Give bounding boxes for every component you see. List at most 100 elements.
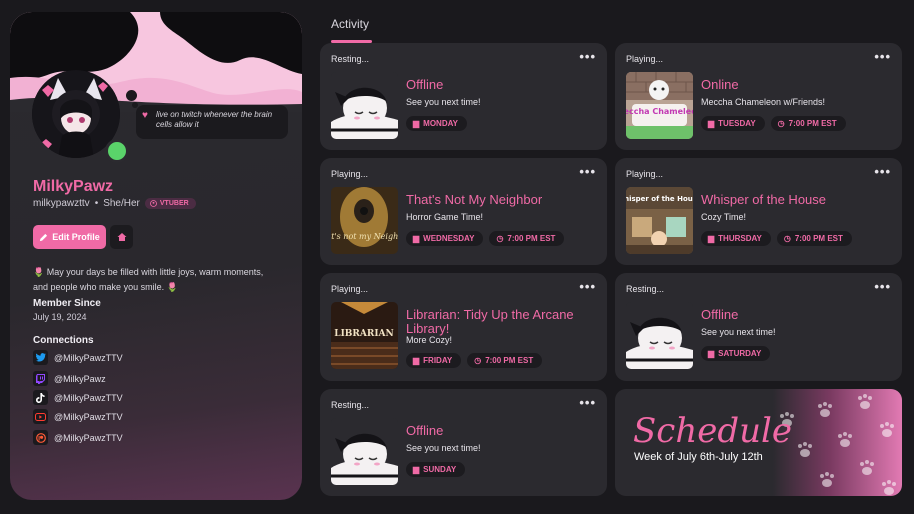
home-button[interactable]: [110, 225, 133, 249]
patreon-icon: [33, 430, 48, 445]
time-label: 7:00 PM EST: [507, 234, 556, 243]
card-title: Offline: [406, 77, 444, 92]
clock-icon: ◷: [783, 234, 791, 243]
activity-card-tuesday[interactable]: Playing... ••• Meccha Chameleon Online M…: [615, 43, 902, 150]
card-tags: ▆ THURSDAY ◷ 7:00 PM EST: [701, 231, 852, 246]
badge-label: VTUBER: [159, 200, 189, 207]
schedule-banner[interactable]: Schedule Week of July 6th-July 12th: [615, 389, 902, 496]
card-tags: ▆ SATURDAY: [701, 346, 771, 361]
offline-thumbnail: [331, 72, 398, 139]
calendar-icon: ▆: [413, 356, 420, 365]
offline-thumbnail: [626, 302, 693, 369]
more-options-icon[interactable]: •••: [579, 49, 596, 64]
calendar-icon: ▆: [708, 234, 715, 243]
connections-heading: Connections: [33, 335, 94, 346]
home-icon: [117, 233, 126, 241]
thought-dot: [126, 90, 137, 101]
card-tags: ▆ WEDNESDAY ◷ 7:00 PM EST: [406, 231, 565, 246]
day-label: SATURDAY: [718, 349, 762, 358]
status-text: live on twitch whenever the brain cells …: [156, 110, 273, 129]
thumb-text: LIBRARIAN: [334, 329, 394, 339]
card-title: Librarian: Tidy Up the Arcane Library!: [406, 307, 574, 336]
connection-patreon[interactable]: @MilkyPawzTTV: [33, 430, 123, 445]
profile-handle: milkypawzttv: [33, 198, 90, 209]
thats-not-my-neighbor-thumbnail: That's not my Neighbor: [331, 187, 398, 254]
twitter-icon: [33, 350, 48, 365]
activity-card-thursday[interactable]: Playing... ••• Whisper of the House Whis…: [615, 158, 902, 265]
more-options-icon[interactable]: •••: [874, 279, 891, 294]
more-options-icon[interactable]: •••: [874, 164, 891, 179]
member-since-heading: Member Since: [33, 298, 101, 309]
member-since-date: July 19, 2024: [33, 312, 87, 322]
calendar-icon: ▆: [413, 465, 420, 474]
more-options-icon[interactable]: •••: [579, 164, 596, 179]
activity-card-friday[interactable]: Playing... ••• LIBRARIAN Librarian: Tidy…: [320, 273, 607, 381]
day-label: TUESDAY: [718, 119, 756, 128]
time-label: 7:00 PM EST: [788, 119, 837, 128]
time-tag: ◷ 7:00 PM EST: [776, 231, 852, 246]
day-label: FRIDAY: [423, 356, 453, 365]
day-label: SUNDAY: [423, 465, 457, 474]
day-tag: ▆ MONDAY: [406, 116, 467, 131]
status-bubble: ♥ live on twitch whenever the brain cell…: [136, 105, 288, 139]
twitch-icon: [33, 371, 48, 386]
card-state: Playing...: [626, 54, 664, 64]
card-state: Resting...: [331, 54, 370, 64]
connection-twitch[interactable]: @MilkyPawz: [33, 371, 106, 386]
connection-label: @MilkyPawzTTV: [54, 352, 123, 363]
schedule-title: Schedule: [633, 411, 793, 451]
connection-label: @MilkyPawzTTV: [54, 432, 123, 443]
profile-name: MilkyPawz: [33, 178, 114, 195]
card-state: Resting...: [626, 284, 665, 294]
calendar-icon: ▆: [708, 119, 715, 128]
card-title: Whisper of the House: [701, 192, 827, 207]
more-options-icon[interactable]: •••: [874, 49, 891, 64]
card-description: Horror Game Time!: [406, 212, 484, 222]
time-tag: ◷ 7:00 PM EST: [467, 353, 543, 368]
card-tags: ▆ MONDAY: [406, 116, 467, 131]
card-description: See you next time!: [701, 327, 776, 337]
tab-activity[interactable]: Activity: [331, 17, 369, 31]
edit-profile-label: Edit Profile: [52, 232, 100, 242]
clock-icon: ◷: [496, 234, 504, 243]
day-tag: ▆ TUESDAY: [701, 116, 765, 131]
connection-twitter[interactable]: @MilkyPawzTTV: [33, 350, 123, 365]
activity-card-sunday[interactable]: Resting... ••• Offline See you next time…: [320, 389, 607, 496]
day-label: MONDAY: [423, 119, 458, 128]
day-label: WEDNESDAY: [423, 234, 475, 243]
connection-tiktok[interactable]: @MilkyPawzTTV: [33, 390, 123, 405]
edit-profile-button[interactable]: Edit Profile: [33, 225, 106, 249]
offline-thumbnail: [331, 418, 398, 485]
calendar-icon: ▆: [413, 119, 420, 128]
card-title: Offline: [406, 423, 444, 438]
activity-card-wednesday[interactable]: Playing... ••• That's not my Neighbor Th…: [320, 158, 607, 265]
thumb-text: That's not my Neighbor: [331, 232, 398, 241]
day-tag: ▆ THURSDAY: [701, 231, 771, 246]
calendar-icon: ▆: [708, 349, 715, 358]
more-options-icon[interactable]: •••: [579, 279, 596, 294]
tiktok-icon: [33, 390, 48, 405]
more-options-icon[interactable]: •••: [579, 395, 596, 410]
card-tags: ▆ SUNDAY: [406, 462, 466, 477]
handle-row: milkypawzttv • She/Her VTUBER: [33, 198, 196, 209]
card-title: Offline: [701, 307, 739, 322]
activity-card-monday[interactable]: Resting... ••• Offline See you next time…: [320, 43, 607, 150]
day-tag: ▆ FRIDAY: [406, 353, 462, 368]
librarian-thumbnail: LIBRARIAN: [331, 302, 398, 369]
activity-card-saturday[interactable]: Resting... ••• Offline See you next time…: [615, 273, 902, 381]
user-icon: [149, 200, 157, 207]
whisper-of-the-house-thumbnail: Whisper of the House: [626, 187, 693, 254]
time-label: 7:00 PM EST: [794, 234, 843, 243]
profile-card: ♥ live on twitch whenever the brain cell…: [10, 12, 302, 500]
day-tag: ▆ SATURDAY: [701, 346, 771, 361]
connection-youtube[interactable]: @MilkyPawzTTV: [33, 409, 123, 424]
pencil-icon: [40, 233, 48, 241]
time-tag: ◷ 7:00 PM EST: [489, 231, 565, 246]
online-status-dot: [105, 139, 129, 163]
day-tag: ▆ WEDNESDAY: [406, 231, 484, 246]
clock-icon: ◷: [777, 119, 785, 128]
card-title: Online: [701, 77, 739, 92]
card-description: See you next time!: [406, 443, 481, 453]
thumb-text: Meccha Chameleon: [626, 107, 693, 116]
connection-label: @MilkyPawz: [54, 373, 106, 384]
